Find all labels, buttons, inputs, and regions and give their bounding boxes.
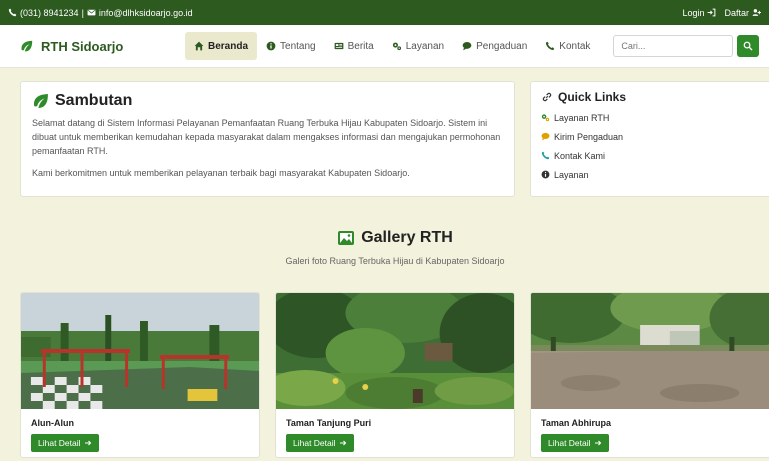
brand-title: RTH Sidoarjo xyxy=(41,38,124,54)
gallery-image-taman-tanjung-puri[interactable] xyxy=(276,293,514,409)
newspaper-icon xyxy=(334,42,343,50)
gallery-item-name: Taman Abhirupa xyxy=(541,418,612,428)
search-button[interactable] xyxy=(737,35,760,57)
quick-link-layanan[interactable]: Layanan xyxy=(541,165,764,184)
nav-label: Pengaduan xyxy=(476,40,528,52)
gallery-heading: Gallery RTH xyxy=(0,229,769,247)
comment-icon xyxy=(462,41,472,51)
envelope-icon xyxy=(87,9,96,16)
phone-icon xyxy=(541,151,550,160)
quick-link-label: Layanan RTH xyxy=(554,112,610,123)
cogs-icon xyxy=(392,42,401,51)
gallery-card-taman-abhirupa: Taman Abhirupa Lihat Detail xyxy=(530,292,769,458)
gallery-card-taman-tanjung-puri: Taman Tanjung Puri Lihat Detail xyxy=(275,292,515,458)
login-link[interactable]: Login xyxy=(682,8,716,18)
gallery-subtitle: Galeri foto Ruang Terbuka Hijau di Kabup… xyxy=(285,256,505,266)
quick-link-layanan-rth[interactable]: Layanan RTH xyxy=(541,108,764,127)
detail-button-label: Lihat Detail xyxy=(38,438,81,448)
nav-label: Layanan xyxy=(405,40,445,52)
gallery-image-taman-abhirupa[interactable] xyxy=(531,293,769,409)
quick-link-label: Kontak Kami xyxy=(554,150,606,161)
welcome-card: Sambutan Selamat datang di Sistem Inform… xyxy=(20,81,515,197)
user-plus-icon xyxy=(752,9,761,16)
nav-label: Kontak xyxy=(559,40,591,52)
nav-item-kontak[interactable]: Kontak xyxy=(536,32,599,60)
quick-link-label: Layanan xyxy=(554,169,589,180)
gallery-image-alun-alun[interactable] xyxy=(21,293,259,409)
detail-button-taman-abhirupa[interactable]: Lihat Detail xyxy=(541,434,609,452)
sign-in-icon xyxy=(708,8,716,17)
gallery-card-alun-alun: Alun-Alun Lihat Detail xyxy=(20,292,260,458)
info-icon xyxy=(541,170,550,179)
topbar-separator: | xyxy=(81,7,84,18)
topbar-email[interactable]: info@dlhksidoarjo.go.id xyxy=(99,8,193,18)
search-input[interactable] xyxy=(613,35,734,57)
leaf-icon xyxy=(21,40,33,51)
quick-link-kirim-pengaduan[interactable]: Kirim Pengaduan xyxy=(541,127,764,146)
brand-link[interactable]: RTH Sidoarjo xyxy=(20,39,185,54)
leaf-icon xyxy=(33,93,48,108)
quick-links-title: Quick Links xyxy=(558,90,627,104)
nav-item-pengaduan[interactable]: Pengaduan xyxy=(453,32,536,60)
nav-label: Beranda xyxy=(208,40,249,52)
arrow-right-icon xyxy=(84,440,91,446)
nav-menu: Beranda Tentang Berita Layanan Pengaduan… xyxy=(185,25,599,68)
phone-icon xyxy=(546,41,555,51)
quick-links-heading: Quick Links xyxy=(541,90,764,104)
gallery-item-name: Alun-Alun xyxy=(31,418,74,428)
nav-label: Tentang xyxy=(280,40,316,52)
info-icon xyxy=(266,41,276,51)
detail-button-alun-alun[interactable]: Lihat Detail xyxy=(31,434,99,452)
quick-links-card: Quick Links Layanan RTH Kirim Pengaduan … xyxy=(530,81,769,197)
detail-button-label: Lihat Detail xyxy=(548,438,591,448)
topbar-contact: (031) 8941234 | info@dlhksidoarjo.go.id xyxy=(8,8,193,18)
images-icon xyxy=(338,231,355,245)
nav-item-layanan[interactable]: Layanan xyxy=(383,32,453,60)
nav-item-berita[interactable]: Berita xyxy=(325,32,383,60)
gallery-title: Gallery RTH xyxy=(361,229,453,246)
welcome-heading: Sambutan xyxy=(32,92,503,110)
register-link[interactable]: Daftar xyxy=(724,8,761,18)
topbar-auth: Login Daftar xyxy=(682,8,761,18)
topbar: (031) 8941234 | info@dlhksidoarjo.go.id … xyxy=(0,0,769,25)
main-navbar: RTH Sidoarjo Beranda Tentang Berita Laya… xyxy=(0,25,769,68)
login-label: Login xyxy=(682,7,705,18)
cogs-icon xyxy=(541,114,550,122)
gallery-item-name: Taman Tanjung Puri xyxy=(286,418,372,428)
register-label: Daftar xyxy=(724,7,749,18)
welcome-paragraph-2: Kami berkomitmen untuk memberikan pelaya… xyxy=(32,168,410,178)
nav-item-beranda[interactable]: Beranda xyxy=(185,32,258,60)
link-icon xyxy=(542,92,552,102)
detail-button-label: Lihat Detail xyxy=(293,438,336,448)
arrow-right-icon xyxy=(594,440,601,446)
home-icon xyxy=(194,41,204,51)
welcome-paragraph-1: Selamat datang di Sistem Informasi Pelay… xyxy=(32,118,501,156)
quick-link-label: Kirim Pengaduan xyxy=(554,131,624,142)
topbar-phone[interactable]: (031) 8941234 xyxy=(20,8,79,18)
detail-button-taman-tanjung-puri[interactable]: Lihat Detail xyxy=(286,434,354,452)
search-icon xyxy=(744,41,753,51)
search-form xyxy=(613,35,760,57)
quick-link-kontak-kami[interactable]: Kontak Kami xyxy=(541,146,764,165)
nav-label: Berita xyxy=(347,40,374,52)
arrow-right-icon xyxy=(339,440,346,446)
welcome-title: Sambutan xyxy=(55,92,133,109)
nav-item-tentang[interactable]: Tentang xyxy=(257,32,325,60)
phone-icon xyxy=(8,8,17,17)
comment-icon xyxy=(541,132,550,141)
